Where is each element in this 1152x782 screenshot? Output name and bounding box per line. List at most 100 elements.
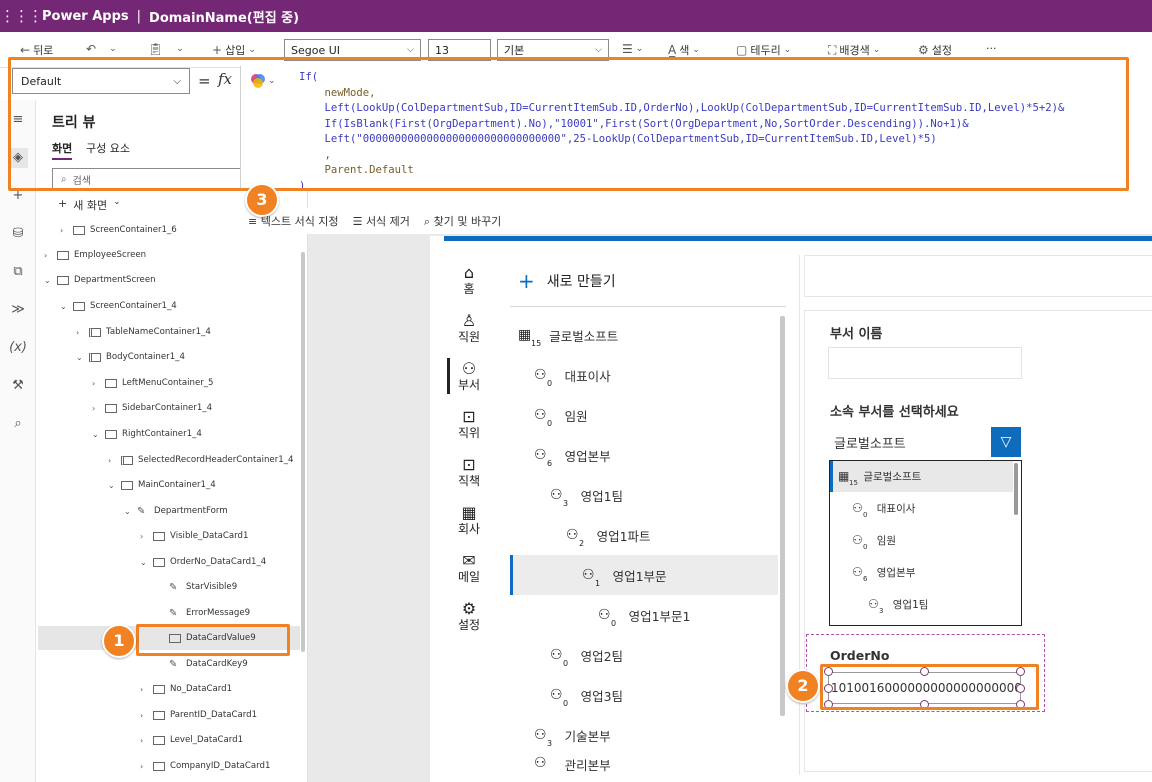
border-button[interactable]: ▢ 테두리 ⌄ — [736, 42, 791, 58]
color-button[interactable]: A̲ 색 ⌄ — [668, 42, 700, 58]
tree-node[interactable]: ⌄ DepartmentScreen — [44, 268, 156, 292]
undo-button[interactable]: ↶ ⌄ — [86, 42, 117, 56]
tree-node[interactable]: ⌄ MainContainer1_4 — [108, 473, 216, 497]
tree-node[interactable]: › SelectedRecordHeaderContainer1_4 — [108, 448, 293, 472]
tree-node[interactable]: › EmployeeScreen — [44, 243, 146, 267]
dropdown-item-label: 영업1팀 — [892, 598, 929, 611]
tree-node[interactable]: › Level_DataCard1 — [140, 728, 243, 752]
variables-icon[interactable]: (x) — [8, 338, 28, 358]
list-item[interactable]: ⚇ 0 대표이사 — [534, 355, 611, 395]
insert-button[interactable]: + 삽입 ⌄ — [212, 42, 256, 58]
people-icon: ⚇ 0 — [598, 607, 617, 628]
chevron-down-icon: ⌄ — [44, 275, 51, 285]
list-item[interactable]: ⚇ 관리본부 — [534, 755, 611, 777]
list-item[interactable]: ⚇ 0 영업3팀 — [550, 675, 623, 715]
container-icon — [73, 225, 85, 235]
paste-button[interactable]: 📋︎ ⌄ — [148, 42, 184, 56]
list-item[interactable]: ⚇ 6 영업본부 — [534, 435, 611, 475]
chevron-down-icon: ⌄ — [692, 45, 700, 55]
dept-name-input[interactable] — [828, 347, 1022, 379]
align-button[interactable]: ☰ ⌄ — [622, 42, 643, 56]
dropdown-item[interactable]: ⚇ 6 영업본부 — [852, 556, 915, 588]
tree-node[interactable]: › ParentID_DataCard1 — [140, 703, 257, 727]
tree-node[interactable]: › ScreenContainer1_6 — [60, 218, 177, 242]
dropdown-scrollbar[interactable] — [1014, 463, 1018, 515]
tree-scrollbar[interactable] — [301, 252, 305, 652]
header-accent-bar — [444, 236, 1152, 241]
member-count: 1 — [595, 579, 601, 588]
font-size-value: 13 — [435, 43, 449, 57]
chevron-right-icon: › — [140, 710, 144, 720]
more-button[interactable]: ··· — [986, 42, 997, 55]
chevron-down-icon: ⌄ — [140, 557, 147, 567]
tree-node[interactable]: ⌄ RightContainer1_4 — [92, 422, 202, 446]
settings-button[interactable]: ⚙ 설정 — [918, 42, 952, 58]
list-item[interactable]: ⚇ 0 영업2팀 — [550, 635, 623, 675]
tree-node[interactable]: › TableNameContainer1_4 — [76, 320, 211, 344]
tools-icon[interactable]: ⚒ — [8, 376, 28, 396]
people-icon: ⚇ 0 — [534, 407, 553, 428]
list-item[interactable]: ⚇ 3 영업1팀 — [550, 475, 623, 515]
tree-node-label: SelectedRecordHeaderContainer1_4 — [138, 455, 294, 465]
new-screen-button[interactable]: + 새 화면 ⌄ — [58, 197, 121, 213]
dropdown-item[interactable]: ⚇ 0 대표이사 — [852, 492, 915, 524]
nav-settings[interactable]: ⚙ 설정 — [444, 601, 494, 633]
search-icon[interactable]: ⌕ — [8, 414, 28, 434]
tree-node[interactable]: › SidebarContainer1_4 — [92, 396, 212, 420]
nav-title[interactable]: ⊡ 직책 — [444, 457, 494, 489]
tree-node[interactable]: › No_DataCard1 — [140, 677, 232, 701]
list-item[interactable]: ⚇ 3 기술본부 — [534, 715, 611, 755]
new-button-label: 새로 만들기 — [546, 274, 616, 290]
tree-node-label: No_DataCard1 — [170, 684, 233, 694]
list-item[interactable]: ⚇ 0 영업1부문1 — [598, 595, 690, 635]
data-icon[interactable]: ⛁ — [8, 224, 28, 244]
undo-icon: ↶ — [86, 42, 97, 56]
tree-node[interactable]: › CompanyID_DataCard1 — [140, 754, 270, 778]
member-count: 6 — [863, 575, 868, 583]
member-count: 15 — [531, 339, 542, 348]
tree-node[interactable]: ⌄ BodyContainer1_4 — [76, 345, 185, 369]
new-department-button[interactable]: + 새로 만들기 — [518, 271, 616, 291]
media-icon[interactable]: ⧉ — [8, 262, 28, 282]
member-count: 3 — [563, 499, 569, 508]
parent-dept-value[interactable]: 글로벌소프트 — [834, 433, 906, 452]
member-count: 3 — [547, 739, 553, 748]
power-automate-icon[interactable]: ≫ — [8, 300, 28, 320]
tree-node[interactable]: › Visible_DataCard1 — [140, 524, 248, 548]
dropdown-item[interactable]: ⚇ 0 임원 — [852, 524, 896, 556]
dropdown-item[interactable]: ⚇ 3 영업1팀 — [868, 588, 928, 620]
app-name: Power Apps — [42, 8, 129, 24]
tree-node[interactable]: ✎ StarVisible9 — [156, 575, 237, 599]
settings-label: 설정 — [931, 44, 953, 57]
tree-node[interactable]: ⌄ OrderNo_DataCard1_4 — [140, 550, 266, 574]
tree-node-label: SidebarContainer1_4 — [122, 403, 213, 413]
nav-mail[interactable]: ✉ 메일 — [444, 553, 494, 585]
nav-home[interactable]: ⌂ 홈 — [444, 263, 494, 297]
find-replace-button[interactable]: ⌕ 찾기 및 바꾸기 — [424, 213, 501, 229]
id-badge-icon: ⊡ — [462, 407, 476, 426]
list-item[interactable]: ⚇ 0 임원 — [534, 395, 588, 435]
list-item-selected[interactable]: ⚇ 1 영업1부문 — [582, 555, 667, 595]
more-label: ··· — [986, 42, 997, 55]
list-item[interactable]: ▦ 15 글로벌소프트 — [518, 315, 618, 355]
app-launcher-icon[interactable]: ⋮⋮⋮ — [0, 7, 43, 25]
list-item[interactable]: ⚇ 2 영업1파트 — [566, 515, 651, 555]
back-button[interactable]: ← 뒤로 — [20, 42, 53, 58]
dropdown-toggle-button[interactable]: ▽ — [991, 427, 1021, 457]
home-icon: ⌂ — [463, 263, 475, 282]
nav-department[interactable]: ⚇ 부서 — [444, 361, 494, 393]
tree-node[interactable]: ✎ ErrorMessage9 — [156, 601, 250, 625]
dropdown-item[interactable]: ▦ 15 글로벌소프트 — [838, 460, 921, 492]
tree-node[interactable]: › LeftMenuContainer_5 — [92, 371, 214, 395]
list-scrollbar[interactable] — [780, 316, 785, 716]
label-icon: ✎ — [169, 581, 178, 593]
people-icon: ⚇ 3 — [550, 487, 569, 508]
nav-position[interactable]: ⊡ 직위 — [444, 407, 494, 441]
tree-node[interactable]: ⌄ ScreenContainer1_4 — [60, 294, 177, 318]
building-icon: ▦ 15 — [518, 327, 542, 348]
remove-format-button[interactable]: ☰ 서식 제거 — [353, 213, 410, 229]
nav-employee[interactable]: ♙ 직원 — [444, 313, 494, 345]
tree-node[interactable]: ⌄ ✎ DepartmentForm — [124, 499, 228, 523]
fill-button[interactable]: ⛶ 배경색 ⌄ — [828, 42, 880, 58]
nav-company[interactable]: ▦ 회사 — [444, 505, 494, 537]
